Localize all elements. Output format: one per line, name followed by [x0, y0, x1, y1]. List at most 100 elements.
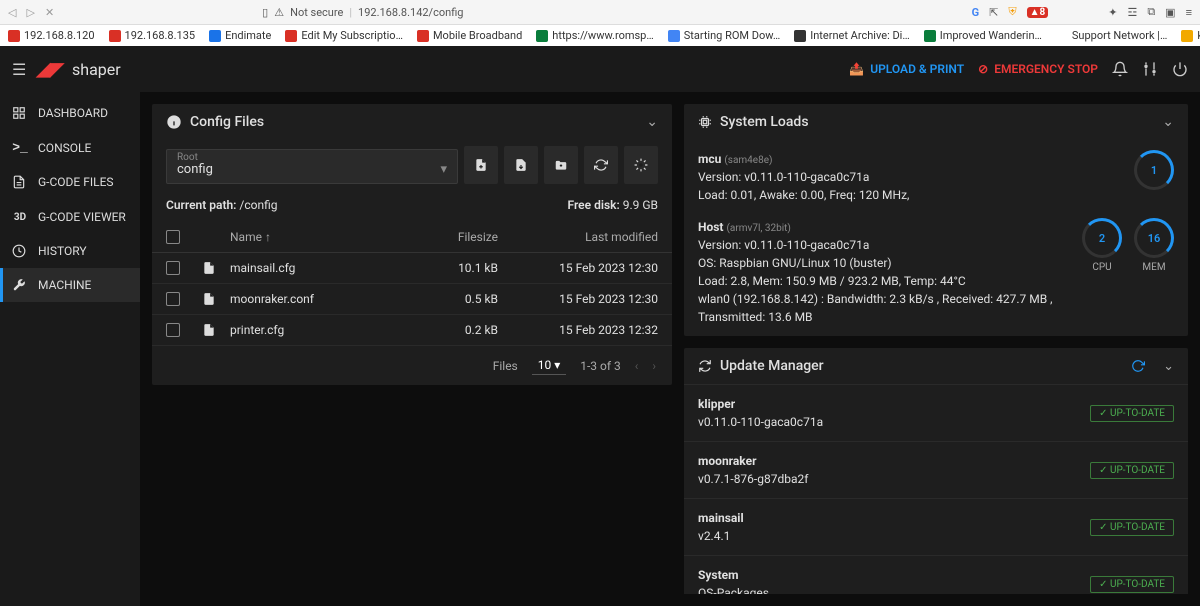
- file-modified: 15 Feb 2023 12:32: [518, 323, 658, 337]
- emergency-stop-button[interactable]: ⊘ EMERGENCY STOP: [978, 62, 1098, 76]
- next-page-icon[interactable]: ›: [652, 359, 656, 373]
- brand-logo-icon: ◢◤: [36, 59, 64, 80]
- bookmark-icon[interactable]: ▯: [262, 6, 268, 19]
- update-manager-panel: Update Manager ⌄ klipperv0.11.0-110-gaca…: [684, 348, 1188, 594]
- bookmark-item[interactable]: 192.168.8.135: [109, 29, 196, 42]
- shield-icon[interactable]: ⛨: [1008, 5, 1016, 19]
- col-name[interactable]: Name ↑: [230, 230, 418, 244]
- file-row[interactable]: printer.cfg 0.2 kB 15 Feb 2023 12:32: [152, 315, 672, 346]
- bookmark-favicon: [1056, 30, 1068, 42]
- bookmark-favicon: [209, 30, 221, 42]
- upload-icon: 📤: [849, 62, 864, 76]
- copy-icon[interactable]: ⧉: [1147, 5, 1155, 19]
- sidebar-item-dashboard[interactable]: DASHBOARD: [0, 96, 140, 130]
- sidebar-item-g-code-viewer[interactable]: 3DG-CODE VIEWER: [0, 199, 140, 234]
- bookmark-item[interactable]: Support Network |…: [1056, 29, 1167, 42]
- collapse-icon[interactable]: ⌄: [646, 114, 658, 130]
- bookmark-favicon: [417, 30, 429, 42]
- refresh-icon[interactable]: [1131, 359, 1145, 373]
- warning-icon: ⚠: [274, 6, 284, 19]
- file-modified: 15 Feb 2023 12:30: [518, 292, 658, 306]
- upload-print-button[interactable]: 📤 UPLOAD & PRINT: [849, 62, 964, 76]
- browser-nav-bar: ◁ ▷ ✕ ▯ ⚠ Not secure | 192.168.8.142/con…: [0, 0, 1200, 24]
- file-row[interactable]: mainsail.cfg 10.1 kB 15 Feb 2023 12:30: [152, 253, 672, 284]
- forward-icon[interactable]: ▷: [26, 6, 34, 19]
- extensions-icon[interactable]: ✦: [1108, 6, 1117, 19]
- files-icon: [12, 175, 28, 189]
- share-icon[interactable]: ⇱: [989, 6, 998, 19]
- not-secure-label: Not secure: [290, 6, 343, 19]
- collapse-icon[interactable]: ⌄: [1162, 114, 1174, 130]
- file-table: Name ↑ Filesize Last modified mainsail.c…: [152, 222, 672, 346]
- root-select[interactable]: Root config: [166, 149, 458, 184]
- bookmark-item[interactable]: Starting ROM Dow…: [668, 29, 781, 42]
- pagination: Files 10 ▾ 1-3 of 3 ‹ ›: [152, 346, 672, 385]
- up-to-date-badge[interactable]: ✓ UP-TO-DATE: [1090, 576, 1174, 593]
- settings-icon[interactable]: [1142, 61, 1158, 77]
- up-to-date-badge[interactable]: ✓ UP-TO-DATE: [1090, 462, 1174, 479]
- bookmark-item[interactable]: https://www.romsp…: [536, 29, 653, 42]
- select-all-checkbox[interactable]: [166, 230, 180, 244]
- bell-icon[interactable]: [1112, 61, 1128, 77]
- up-to-date-badge[interactable]: ✓ UP-TO-DATE: [1090, 405, 1174, 422]
- menu-toggle-icon[interactable]: ☰: [12, 60, 26, 79]
- update-item: moonrakerv0.7.1-876-g87dba2f ✓ UP-TO-DAT…: [684, 441, 1188, 498]
- cpu-gauge: 2: [1082, 218, 1122, 258]
- page-range: 1-3 of 3: [580, 359, 621, 373]
- free-disk: 9.9 GB: [623, 198, 658, 212]
- upload-file-button[interactable]: [504, 146, 538, 184]
- sidebar-item-machine[interactable]: MACHINE: [0, 268, 140, 302]
- panel-title: System Loads: [720, 114, 809, 130]
- file-checkbox[interactable]: [166, 261, 180, 275]
- sidebar-icon[interactable]: ☲: [1127, 6, 1137, 19]
- cpu-icon: [698, 115, 712, 129]
- file-icon: [202, 261, 230, 275]
- bookmark-favicon: [536, 30, 548, 42]
- col-modified[interactable]: Last modified: [518, 230, 658, 244]
- blocker-badge[interactable]: ▲8: [1027, 7, 1049, 18]
- sidebar-item-history[interactable]: HISTORY: [0, 234, 140, 268]
- file-name: printer.cfg: [230, 323, 418, 337]
- file-name: mainsail.cfg: [230, 261, 418, 275]
- url-text[interactable]: 192.168.8.142/config: [358, 6, 463, 19]
- panel-title: Config Files: [190, 114, 264, 130]
- bookmark-item[interactable]: Improved Wanderin…: [924, 29, 1042, 42]
- bookmark-item[interactable]: klipper duet: [1181, 29, 1200, 42]
- refresh-button[interactable]: [584, 146, 618, 184]
- system-loads-panel: System Loads ⌄ mcu (sam4e8e) Version: v0…: [684, 104, 1188, 336]
- window-icon[interactable]: ▣: [1165, 6, 1175, 19]
- google-icon[interactable]: G: [972, 6, 980, 19]
- back-icon[interactable]: ◁: [8, 6, 16, 19]
- settings-button[interactable]: [624, 146, 658, 184]
- sidebar-item-console[interactable]: >_CONSOLE: [0, 130, 140, 165]
- col-size[interactable]: Filesize: [418, 230, 518, 244]
- brand-name: shaper: [72, 60, 121, 79]
- bookmark-item[interactable]: Edit My Subscriptio…: [285, 29, 403, 42]
- machine-icon: [12, 278, 28, 292]
- per-page-select[interactable]: 10 ▾: [532, 356, 567, 375]
- up-to-date-badge[interactable]: ✓ UP-TO-DATE: [1090, 519, 1174, 536]
- update-item: mainsailv2.4.1 ✓ UP-TO-DATE: [684, 498, 1188, 555]
- sidebar-item-g-code-files[interactable]: G-CODE FILES: [0, 165, 140, 199]
- bookmark-item[interactable]: Internet Archive: Di…: [794, 29, 910, 42]
- bookmark-item[interactable]: 192.168.8.120: [8, 29, 95, 42]
- viewer-icon: 3D: [12, 209, 28, 224]
- prev-page-icon[interactable]: ‹: [635, 359, 639, 373]
- bookmark-favicon: [1181, 30, 1193, 42]
- collapse-icon[interactable]: ⌄: [1163, 359, 1174, 374]
- file-checkbox[interactable]: [166, 292, 180, 306]
- bookmark-favicon: [285, 30, 297, 42]
- bookmark-item[interactable]: Endimate: [209, 29, 271, 42]
- new-file-button[interactable]: [464, 146, 498, 184]
- close-icon[interactable]: ✕: [45, 6, 54, 19]
- file-row[interactable]: moonraker.conf 0.5 kB 15 Feb 2023 12:30: [152, 284, 672, 315]
- file-icon: [202, 292, 230, 306]
- power-icon[interactable]: [1172, 61, 1188, 77]
- bookmark-favicon: [924, 30, 936, 42]
- menu-icon[interactable]: ≡: [1186, 6, 1192, 19]
- console-icon: >_: [12, 140, 28, 155]
- new-folder-button[interactable]: [544, 146, 578, 184]
- bookmark-item[interactable]: Mobile Broadband: [417, 29, 522, 42]
- update-item: klipperv0.11.0-110-gaca0c71a ✓ UP-TO-DAT…: [684, 384, 1188, 441]
- file-checkbox[interactable]: [166, 323, 180, 337]
